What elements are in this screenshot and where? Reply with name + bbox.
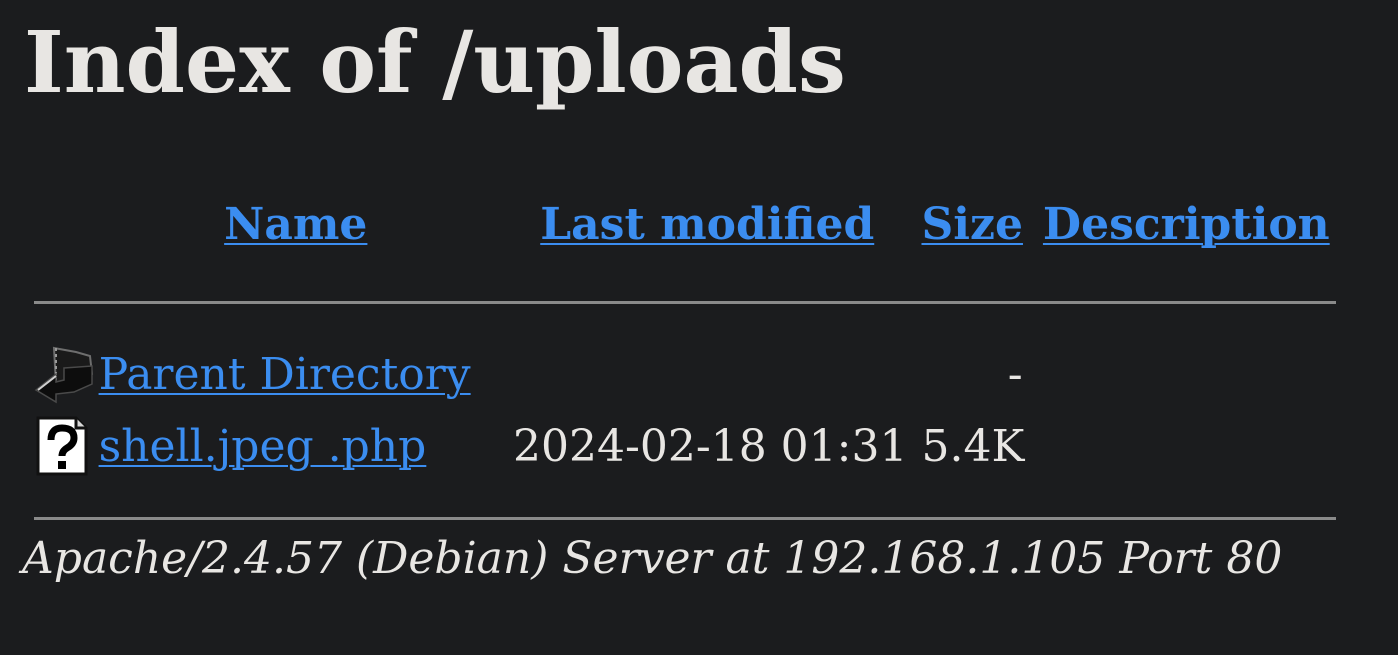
sort-by-description-link[interactable]: Description — [1043, 199, 1330, 250]
sort-by-name-link[interactable]: Name — [224, 199, 367, 250]
bottom-divider — [34, 516, 1336, 520]
header-row: Name Last modified Size Description — [34, 186, 1336, 262]
table-row: Parent Directory - — [34, 342, 1336, 406]
size-header: Size — [921, 186, 1022, 262]
last-modified-cell — [507, 342, 908, 406]
directory-listing-page: Index of /uploads Name Last modified Siz… — [0, 0, 1398, 655]
back-arrow-icon — [34, 344, 94, 404]
server-signature: Apache/2.4.57 (Debian) Server at 192.168… — [22, 533, 1283, 584]
top-divider — [34, 300, 1336, 304]
file-listing-table: Name Last modified Size Description Pare… — [20, 178, 1350, 558]
last-modified-header: Last modified — [507, 186, 908, 262]
separator-row — [34, 270, 1336, 334]
name-header: Name — [99, 186, 493, 262]
page-title: Index of /uploads — [24, 13, 846, 113]
unknown-file-icon — [34, 416, 94, 476]
last-modified-cell: 2024-02-18 01:31 — [513, 420, 908, 472]
sort-by-last-modified-link[interactable]: Last modified — [540, 199, 874, 250]
sort-by-size-link[interactable]: Size — [921, 199, 1022, 250]
description-cell — [1037, 342, 1336, 406]
description-cell — [1037, 414, 1336, 478]
parent-directory-link[interactable]: Parent Directory — [99, 349, 471, 400]
size-cell: 5.4K — [921, 420, 1025, 472]
file-link-shell-php[interactable]: shell.jpeg .php — [99, 421, 427, 472]
table-row: shell.jpeg .php 2024-02-18 01:31 5.4K — [34, 414, 1336, 478]
description-header: Description — [1037, 186, 1336, 262]
size-cell: - — [1007, 348, 1023, 400]
icon-header — [34, 186, 85, 262]
